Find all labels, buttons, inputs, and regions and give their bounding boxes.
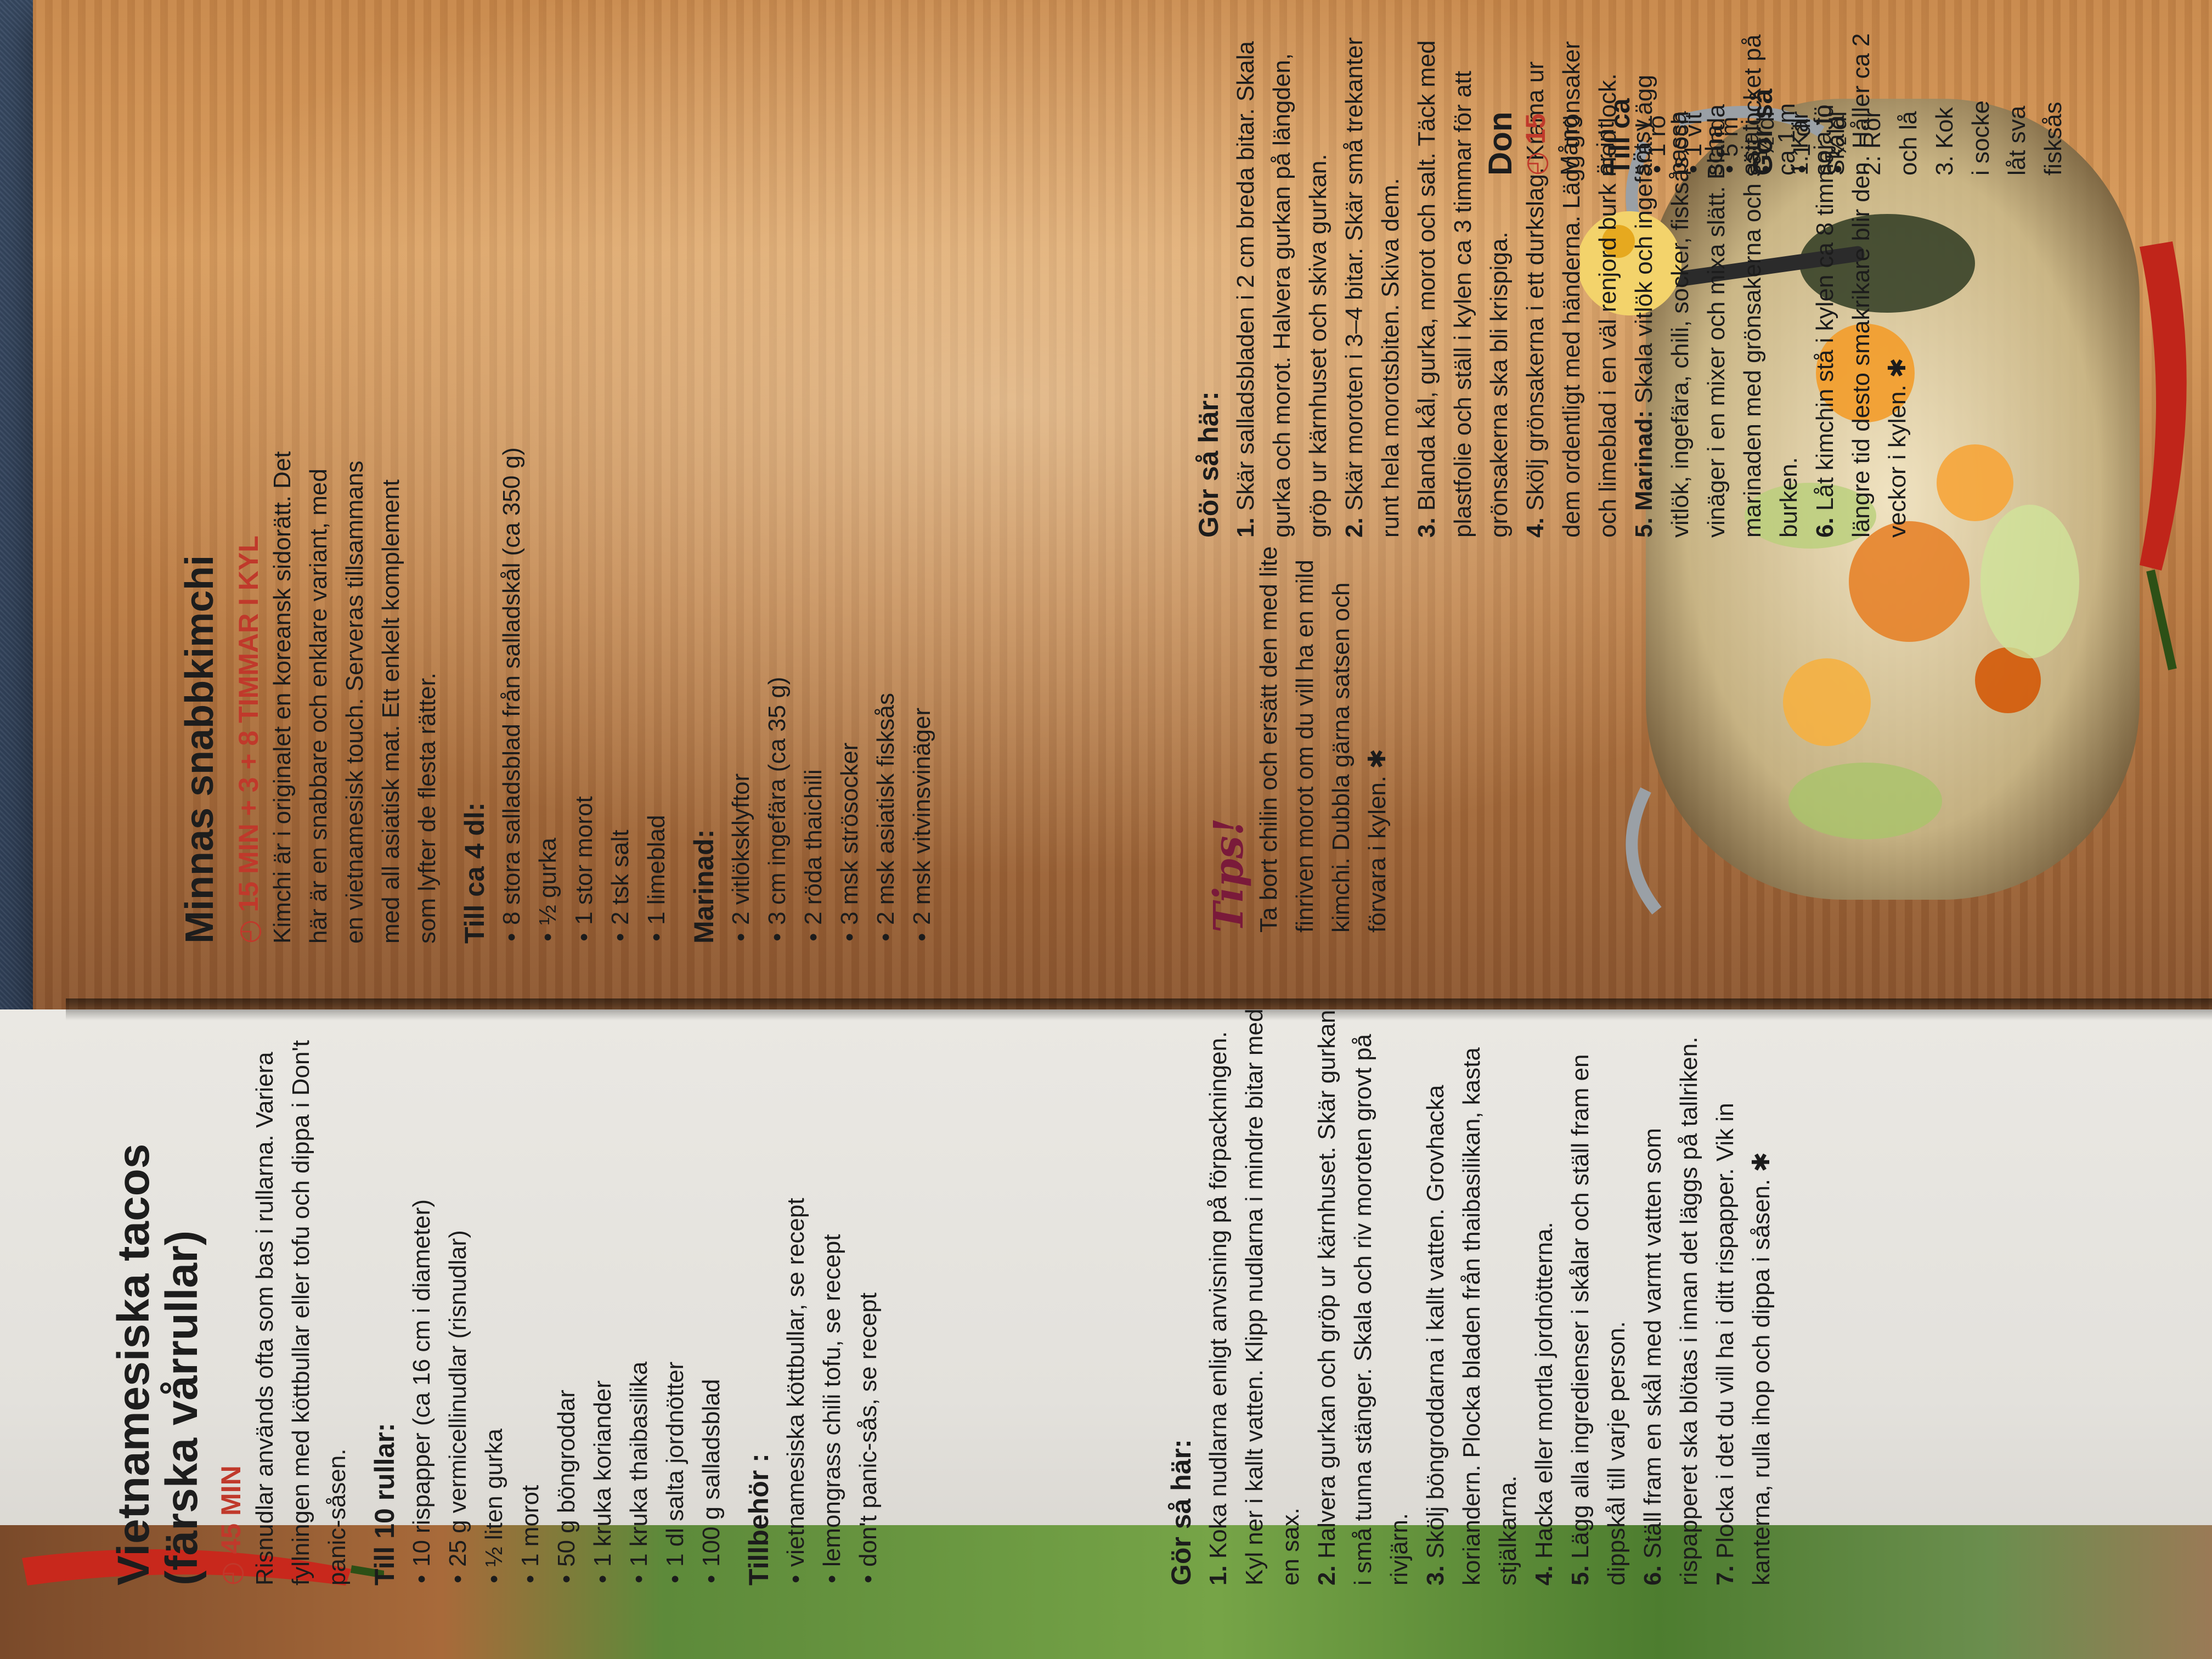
cut-step: 2. Rör bbox=[1859, 110, 1886, 176]
tacos-step: 2. Halvera gurkan och gröp ur kärnhuset.… bbox=[1313, 1009, 1413, 1585]
ingredient-item: 1 stor morot bbox=[566, 230, 602, 944]
tacos-ingredients-heading: Till 10 rullar: bbox=[369, 1423, 400, 1585]
cut-off-column-3: Gör så 1. Kär Skala 2. Rör och lå 3. Kok… bbox=[1734, 0, 2072, 176]
ingredient-item: 25 g vermicellinudlar (risnudlar) bbox=[440, 1004, 476, 1585]
kimchi-title: Minnas snabbkimchi bbox=[178, 555, 222, 944]
tacos-recipe-intro: Vietnamesiska tacos (färska vårrullar) ◴… bbox=[109, 1004, 887, 1585]
cut-step: i socke bbox=[1967, 100, 1994, 176]
cut-time: ◴ 15 bbox=[1520, 113, 1551, 176]
kimchi-time-text: 15 MIN + 3 + 8 TIMMAR I KYL bbox=[233, 535, 264, 912]
tips-heading: Tips! bbox=[1205, 817, 1252, 933]
kimchi-tips: Tips! Ta bort chilin och ersätt den med … bbox=[1205, 516, 1396, 933]
tacos-steps: 1. Koka nudlarna enligt anvisning på för… bbox=[1200, 1004, 1780, 1585]
tips-text: Ta bort chilin och ersätt den med lite f… bbox=[1255, 546, 1391, 933]
marinade-item: 2 röda thaichili bbox=[795, 230, 832, 944]
ingredient-item: 8 stora salladsblad från salladskål (ca … bbox=[494, 230, 530, 944]
ingredient-item: 10 rispapper (ca 16 cm i diameter) bbox=[404, 1004, 440, 1585]
tacos-time-text: 45 MIN bbox=[216, 1465, 246, 1554]
red-chili bbox=[2140, 241, 2187, 670]
cut-time-text: 15 bbox=[1520, 113, 1551, 144]
ingredient-item: 50 g böngroddar bbox=[549, 1004, 585, 1585]
tacos-step: 7. Plocka i det du vill ha i ditt rispap… bbox=[1712, 1103, 1775, 1585]
kimchi-marinade-list: 2 vitlöksklyftor 3 cm ingefära (ca 35 g)… bbox=[723, 230, 940, 944]
tacos-step: 3. Skölj böngroddarna i kallt vatten. Gr… bbox=[1422, 1047, 1521, 1585]
marinade-item: 3 msk strösocker bbox=[832, 230, 868, 944]
tacos-title-line1: Vietnamesiska tacos bbox=[109, 1143, 159, 1585]
kimchi-time: ◴ 15 MIN + 3 + 8 TIMMAR I KYL bbox=[233, 535, 264, 944]
tacos-time: ◴ 45 MIN bbox=[216, 1465, 246, 1585]
cut-step: Skala bbox=[1822, 115, 1849, 176]
ingredient-item: 1 kruka thaibasilika bbox=[621, 1004, 657, 1585]
cut-step: 3. Kok bbox=[1931, 107, 1958, 176]
tacos-step: 1. Koka nudlarna enligt anvisning på för… bbox=[1205, 1008, 1304, 1585]
ingredient-item: 100 g salladsblad bbox=[693, 1004, 730, 1585]
ingredient-item: ½ liten gurka bbox=[476, 1004, 512, 1585]
marinade-item: 3 cm ingefära (ca 35 g) bbox=[759, 230, 795, 944]
kimchi-ingredients-heading: Till ca 4 dl: bbox=[459, 802, 490, 944]
cut-step: låt sva bbox=[2004, 105, 2030, 176]
kimchi-method-heading: Gör så här: bbox=[1193, 391, 1224, 538]
cut-heading3: Gör så bbox=[1747, 88, 1778, 176]
tacos-ingredients-list: 10 rispapper (ca 16 cm i diameter) 25 g … bbox=[404, 1004, 730, 1585]
ingredient-item: 1 limeblad bbox=[639, 230, 675, 944]
extra-item: vietnamesiska köttbullar, se recept bbox=[778, 1004, 814, 1585]
ingredient-item: 1 kruka koriander bbox=[585, 1004, 621, 1585]
ingredient-item: 1 dl salta jordnötter bbox=[657, 1004, 693, 1585]
extra-item: lemongrass chili tofu, se recept bbox=[814, 1004, 850, 1585]
kimchi-ingredients-list: 8 stora salladsblad från salladskål (ca … bbox=[494, 230, 675, 944]
cut-line: Mång bbox=[1556, 115, 1583, 176]
cut-step: 1. Kär bbox=[1786, 111, 1813, 176]
magazine-photo: Vietnamesiska tacos (färska vårrullar) ◴… bbox=[0, 0, 2212, 1659]
kimchi-step: 1. Skär salladsbladen i 2 cm breda bitar… bbox=[1232, 41, 1331, 538]
tacos-extras-heading: Tillbehör : bbox=[743, 1453, 774, 1585]
tacos-title-line2: (färska vårrullar) bbox=[157, 1230, 207, 1585]
kimchi-step: 2. Skär moroten i 3–4 bitar. Skär små tr… bbox=[1341, 37, 1404, 538]
tacos-extras-list: vietnamesiska köttbullar, se recept lemo… bbox=[778, 1004, 887, 1585]
ingredient-item: 1 morot bbox=[512, 1004, 549, 1585]
marinade-item: 2 vitlöksklyftor bbox=[723, 230, 759, 944]
cut-step: fisksås bbox=[2040, 101, 2067, 176]
tacos-method-heading: Gör så här: bbox=[1166, 1439, 1197, 1585]
kimchi-marinade-heading: Marinad: bbox=[689, 829, 719, 944]
cut-title: Don bbox=[1482, 111, 1519, 176]
tacos-method: Gör så här: 1. Koka nudlarna enligt anvi… bbox=[1152, 1004, 1780, 1585]
cut-item: 1 rö bbox=[1639, 0, 1675, 176]
cut-heading2: Till ca bbox=[1605, 98, 1635, 176]
kimchi-recipe-intro: Minnas snabbkimchi ◴ 15 MIN + 3 + 8 TIMM… bbox=[176, 230, 940, 944]
tacos-step: 4. Hacka eller mortla jordnötterna. bbox=[1531, 1222, 1558, 1585]
tacos-step: 6. Ställ fram en skål med varmt vatten s… bbox=[1639, 1036, 1702, 1585]
cut-item: 1 vit bbox=[1675, 0, 1712, 176]
ingredient-item: 2 tsk salt bbox=[602, 230, 639, 944]
extra-item: don't panic-sås, se recept bbox=[850, 1004, 887, 1585]
marinade-item: 2 msk vitvinsvinäger bbox=[904, 230, 940, 944]
tacos-step: 5. Lägg alla ingredienser i skålar och s… bbox=[1567, 1054, 1630, 1585]
kimchi-intro: Kimchi är i originalet en koreansk sidor… bbox=[269, 451, 441, 944]
ingredient-item: ½ gurka bbox=[530, 230, 566, 944]
cut-step: och lå bbox=[1895, 111, 1922, 176]
tacos-intro: Risnudlar används ofta som bas i rullarn… bbox=[251, 1040, 351, 1585]
marinade-item: 2 msk asiatisk fisksås bbox=[868, 230, 904, 944]
